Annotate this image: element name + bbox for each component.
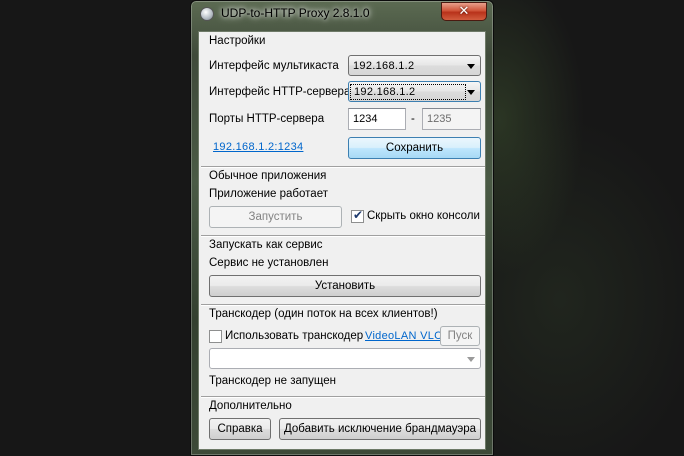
save-button[interactable]: Сохранить [348, 137, 481, 159]
divider [201, 396, 485, 398]
app-icon [200, 7, 214, 21]
service-status: Сервис не установлен [209, 257, 329, 269]
port-from-value: 1234 [353, 113, 378, 125]
hide-console-label[interactable]: Скрыть окно консоли [367, 210, 480, 222]
transcoder-path-select[interactable] [209, 348, 481, 369]
divider [201, 166, 485, 168]
install-service-button[interactable]: Установить [209, 275, 481, 297]
port-dash: - [411, 113, 415, 125]
vlc-link[interactable]: VideoLAN VLC [365, 330, 442, 342]
chevron-down-icon [467, 90, 475, 95]
chevron-down-icon [467, 64, 475, 69]
close-icon: ✕ [458, 4, 470, 19]
check-icon: ✔ [353, 208, 364, 222]
chevron-down-icon [467, 357, 475, 362]
multicast-iface-label: Интерфейс мультикаста [209, 60, 339, 72]
client-area: Настройки Интерфейс мультикаста 192.168.… [198, 31, 486, 450]
http-iface-select[interactable]: 192.168.1.2 [348, 81, 481, 102]
ports-label: Порты HTTP-сервера [209, 113, 325, 125]
window-title: UDP-to-HTTP Proxy 2.8.1.0 [221, 6, 370, 20]
start-app-button[interactable]: Запустить [209, 206, 342, 228]
divider [201, 304, 485, 306]
transcoder-group-title: Транскодер (один поток на всех клиентов!… [209, 308, 438, 320]
settings-group-title: Настройки [209, 35, 266, 47]
app-window: UDP-to-HTTP Proxy 2.8.1.0 ✕ Настройки Ин… [190, 0, 494, 456]
port-from-input[interactable]: 1234 [348, 108, 406, 130]
divider [201, 235, 485, 237]
help-button[interactable]: Справка [209, 418, 271, 440]
title-bar[interactable]: UDP-to-HTTP Proxy 2.8.1.0 ✕ [191, 1, 493, 25]
transcoder-status: Транскодер не запущен [209, 375, 336, 387]
use-transcoder-label[interactable]: Использовать транскодер [225, 330, 363, 342]
use-transcoder-checkbox[interactable] [209, 330, 222, 343]
port-to-value: 1235 [427, 113, 452, 125]
app-group-title: Обычное приложения [209, 170, 327, 182]
http-iface-label: Интерфейс HTTP-сервера [209, 86, 351, 98]
http-iface-value: 192.168.1.2 [350, 84, 466, 100]
multicast-iface-select[interactable]: 192.168.1.2 [348, 55, 481, 76]
add-firewall-exception-button[interactable]: Добавить исключение брандмауэра [279, 418, 481, 440]
multicast-iface-value: 192.168.1.2 [353, 60, 415, 72]
service-group-title: Запускать как сервис [209, 239, 323, 251]
port-to-input[interactable]: 1235 [422, 108, 481, 130]
close-button[interactable]: ✕ [441, 2, 487, 21]
server-url-link[interactable]: 192.168.1.2:1234 [213, 141, 303, 153]
hide-console-checkbox[interactable]: ✔ [351, 208, 364, 223]
app-status: Приложение работает [209, 188, 328, 200]
extra-group-title: Дополнительно [209, 400, 292, 412]
transcoder-start-button[interactable]: Пуск [440, 326, 480, 346]
